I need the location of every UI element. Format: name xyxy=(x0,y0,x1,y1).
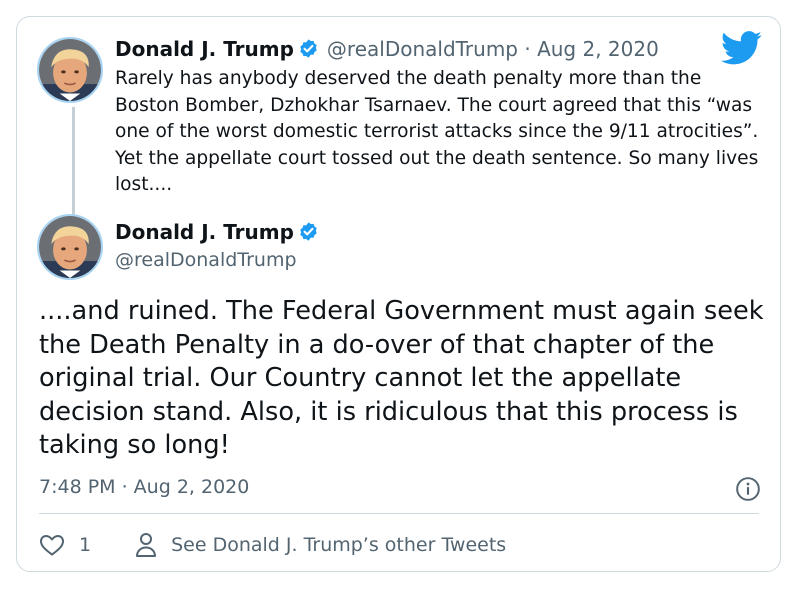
main-tweet-text: ....and ruined. The Federal Government m… xyxy=(39,296,764,461)
info-icon[interactable] xyxy=(735,476,761,502)
person-icon[interactable] xyxy=(135,532,157,558)
avatar-main[interactable] xyxy=(37,214,103,280)
tweet-card: Donald J. Trump @realDonaldTrump · Aug 2,… xyxy=(16,16,781,572)
quoted-author-handle[interactable]: @realDonaldTrump xyxy=(327,37,518,61)
tweet-actions: 1 See Donald J. Trump’s other Tweets xyxy=(39,531,506,559)
separator-dot: · xyxy=(524,37,531,61)
avatar-image xyxy=(39,39,101,101)
see-other-tweets-link[interactable]: See Donald J. Trump’s other Tweets xyxy=(171,534,506,556)
main-author-row: Donald J. Trump xyxy=(115,220,319,244)
twitter-bird-icon[interactable] xyxy=(721,31,763,65)
thread-line xyxy=(72,107,75,223)
quoted-date[interactable]: Aug 2, 2020 xyxy=(537,37,659,61)
heart-icon[interactable] xyxy=(39,533,65,557)
tweet-timestamp[interactable]: 7:48 PM · Aug 2, 2020 xyxy=(39,476,249,498)
avatar-image xyxy=(39,216,101,278)
avatar-quoted[interactable] xyxy=(37,37,103,103)
main-author-name[interactable]: Donald J. Trump xyxy=(115,220,294,244)
verified-badge-icon xyxy=(298,38,319,59)
like-count[interactable]: 1 xyxy=(79,534,91,556)
quoted-author-name[interactable]: Donald J. Trump xyxy=(115,37,294,61)
quoted-tweet-text: Rarely has anybody deserved the death pe… xyxy=(115,68,759,195)
verified-badge-icon xyxy=(298,221,319,242)
main-author-handle[interactable]: @realDonaldTrump xyxy=(115,249,297,271)
quoted-header: Donald J. Trump @realDonaldTrump · Aug 2,… xyxy=(115,37,659,61)
divider xyxy=(39,513,759,514)
